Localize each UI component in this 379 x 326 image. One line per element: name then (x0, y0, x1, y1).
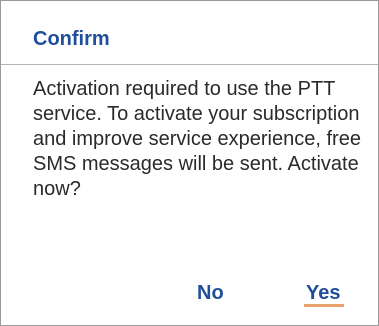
dialog-title: Confirm (33, 28, 110, 50)
yes-button[interactable]: Yes (306, 280, 340, 306)
yes-button-focus-underline (304, 304, 344, 307)
no-button[interactable]: No (197, 280, 224, 306)
dialog-message: Activation required to use the PTT servi… (33, 78, 361, 200)
confirm-dialog: Confirm Activation required to use the P… (0, 0, 379, 326)
title-divider (1, 64, 378, 65)
